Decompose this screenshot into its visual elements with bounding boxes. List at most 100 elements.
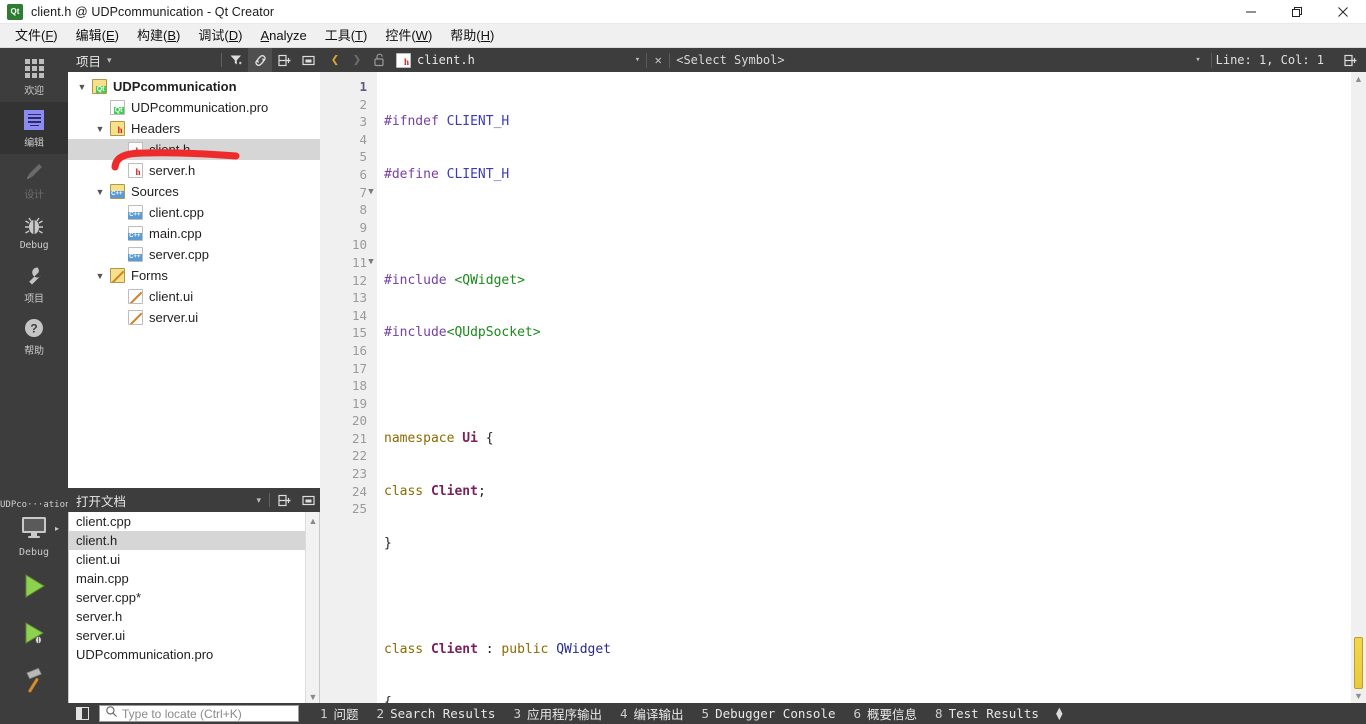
tree-item-server-ui[interactable]: server.ui — [68, 307, 320, 328]
chevron-down-icon[interactable]: ▼ — [74, 82, 90, 92]
open-document-item[interactable]: UDPcommunication.pro — [69, 645, 319, 664]
open-document-item[interactable]: client.ui — [69, 550, 319, 569]
open-document-item[interactable]: server.ui — [69, 626, 319, 645]
pane-label: 问题 — [333, 708, 359, 722]
open-documents-list: client.cpp client.h client.ui main.cpp s… — [68, 512, 320, 706]
fold-marker-icon[interactable]: ▼ — [365, 254, 377, 272]
mode-projects[interactable]: 项目 — [0, 258, 68, 310]
minimize-icon[interactable] — [296, 48, 320, 72]
chevron-down-icon[interactable]: ▼ — [92, 271, 108, 281]
tree-item-sources-folder[interactable]: ▼ C++ Sources — [68, 181, 320, 202]
output-pane-issues[interactable]: 1 问题 — [311, 704, 368, 723]
open-document-item[interactable]: server.cpp* — [69, 588, 319, 607]
open-documents-scrollbar[interactable]: ▲ ▼ — [305, 512, 319, 705]
tree-item-client-cpp[interactable]: C++ client.cpp — [68, 202, 320, 223]
pane-number: 8 — [935, 706, 943, 721]
menu-window[interactable]: 控件(W) — [376, 25, 441, 47]
tree-item-pro-file[interactable]: Qt UDPcommunication.pro — [68, 97, 320, 118]
scroll-up-icon[interactable]: ▲ — [1351, 72, 1366, 86]
tree-item-main-cpp[interactable]: C++ main.cpp — [68, 223, 320, 244]
menu-tools[interactable]: 工具(T) — [316, 25, 377, 47]
filter-icon[interactable] — [224, 48, 248, 72]
build-button[interactable] — [0, 658, 68, 706]
code-token: public — [501, 642, 557, 657]
mode-welcome[interactable]: 欢迎 — [0, 50, 68, 102]
output-pane-compile-output[interactable]: 4 编译输出 — [611, 704, 693, 723]
line-col-indicator[interactable]: Line: 1, Col: 1 — [1216, 53, 1334, 67]
pane-number: 3 — [513, 706, 521, 721]
split-icon[interactable] — [1338, 48, 1362, 72]
open-document-item-selected[interactable]: client.h — [69, 531, 319, 550]
output-pane-test-results[interactable]: 8 Test Results — [926, 706, 1048, 721]
minimize-icon[interactable] — [296, 488, 320, 512]
menu-help[interactable]: 帮助(H) — [441, 25, 503, 47]
navigate-forward-button[interactable]: ❯ — [346, 48, 368, 72]
menu-build[interactable]: 构建(B) — [128, 25, 189, 47]
split-icon[interactable] — [272, 48, 296, 72]
link-icon[interactable] — [248, 48, 272, 72]
maximize-button[interactable] — [1274, 0, 1320, 24]
scroll-down-icon[interactable]: ▼ — [306, 690, 319, 704]
open-document-item[interactable]: client.cpp — [69, 512, 319, 531]
editor-scrollbar[interactable]: ▲ ▼ — [1351, 72, 1366, 703]
kit-selector-button[interactable]: ▸ Debug — [0, 512, 68, 562]
code-text[interactable]: #ifndef CLIENT_H #define CLIENT_H ​ #inc… — [377, 72, 1366, 710]
menu-tools-label: 工具( — [324, 27, 356, 43]
editor-file-dropdown-icon[interactable]: ▾ — [629, 55, 646, 65]
symbol-dropdown-icon[interactable]: ▾ — [1189, 55, 1206, 65]
scroll-down-icon[interactable]: ▼ — [1351, 689, 1366, 703]
chevron-down-icon[interactable]: ▼ — [92, 187, 108, 197]
sidebar-toggle-icon[interactable] — [68, 703, 96, 724]
mode-design[interactable]: 设计 — [0, 154, 68, 206]
line-number: 14 — [351, 307, 367, 323]
run-button[interactable] — [0, 562, 68, 610]
output-pane-nav-icon[interactable]: ▲ ▼ — [1054, 705, 1065, 722]
minimize-button[interactable] — [1228, 0, 1274, 24]
close-document-button[interactable]: ✕ — [647, 48, 669, 72]
menu-file[interactable]: 文件(F) — [6, 25, 67, 47]
pencil-icon — [23, 159, 45, 185]
open-documents-dropdown-icon[interactable]: ▾ — [250, 495, 267, 506]
open-document-item[interactable]: main.cpp — [69, 569, 319, 588]
mode-debug[interactable]: Debug — [0, 206, 68, 258]
menu-debug[interactable]: 调试(D) — [189, 25, 251, 47]
output-pane-application-output[interactable]: 3 应用程序输出 — [504, 704, 611, 723]
start-debugging-button[interactable] — [0, 610, 68, 658]
ui-file-icon — [126, 310, 144, 326]
open-document-item[interactable]: server.h — [69, 607, 319, 626]
project-panel-dropdown-icon[interactable]: ▾ — [101, 55, 118, 66]
menu-edit[interactable]: 编辑(E) — [67, 25, 128, 47]
navigate-back-button[interactable]: ❮ — [324, 48, 346, 72]
code-token: #define — [384, 166, 439, 182]
output-pane-search-results[interactable]: 2 Search Results — [368, 706, 505, 721]
close-button[interactable] — [1320, 0, 1366, 24]
code-line: ​ — [384, 219, 1366, 237]
menu-debug-mnemonic: D — [228, 27, 239, 43]
pane-label: 概要信息 — [867, 708, 918, 722]
tree-item-client-ui[interactable]: client.ui — [68, 286, 320, 307]
scrollbar-thumb[interactable] — [1354, 637, 1363, 689]
unlocked-icon[interactable] — [368, 48, 390, 72]
output-pane-general-messages[interactable]: 6 概要信息 — [844, 704, 926, 723]
tree-item-client-h[interactable]: h client.h — [68, 139, 320, 160]
scroll-up-icon[interactable]: ▲ — [306, 514, 319, 528]
output-pane-debugger-console[interactable]: 5 Debugger Console — [693, 706, 845, 721]
chevron-down-icon[interactable]: ▼ — [92, 124, 108, 134]
symbol-selector[interactable]: <Select Symbol> — [670, 53, 784, 67]
tree-item-server-cpp[interactable]: C++ server.cpp — [68, 244, 320, 265]
code-line: class Client : public QWidget — [384, 641, 1366, 659]
tree-item-project-root[interactable]: ▼ Qt UDPcommunication — [68, 76, 320, 97]
mode-edit[interactable]: 编辑 — [0, 102, 68, 154]
code-line: #include <QWidget> — [384, 272, 1366, 290]
tree-item-forms-folder[interactable]: ▼ Forms — [68, 265, 320, 286]
locator-input[interactable]: Type to locate (Ctrl+K) — [99, 705, 299, 722]
mode-help[interactable]: ? 帮助 — [0, 310, 68, 362]
menu-analyze[interactable]: Analyze — [251, 25, 315, 47]
fold-marker-icon[interactable]: ▼ — [365, 184, 377, 202]
editor-file-tab[interactable]: h client.h — [390, 52, 479, 68]
tree-item-server-h[interactable]: h server.h — [68, 160, 320, 181]
split-icon[interactable] — [272, 488, 296, 512]
tree-item-headers-folder[interactable]: ▼ h Headers — [68, 118, 320, 139]
code-token: } — [384, 536, 392, 552]
